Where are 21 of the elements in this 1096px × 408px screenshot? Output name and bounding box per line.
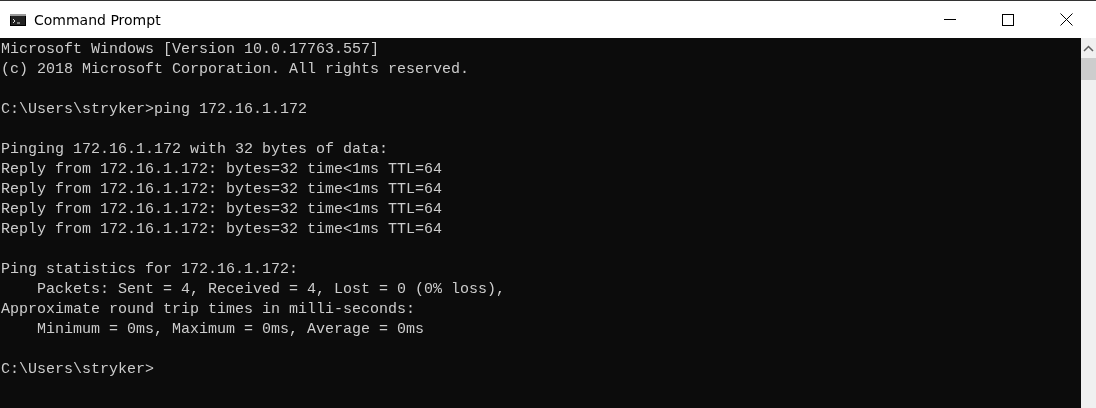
console-line: C:\Users\stryker>ping 172.16.1.172 xyxy=(1,100,309,120)
console-icon xyxy=(10,13,26,26)
scroll-up-icon xyxy=(1083,45,1094,52)
console-line: Pinging 172.16.1.172 with 32 bytes of data: xyxy=(1,140,390,160)
console-line: Reply from 172.16.1.172: bytes=32 time<1ms TTL=64 xyxy=(1,180,444,200)
console-line: Microsoft Windows [Version 10.0.17763.557] xyxy=(1,40,381,60)
console-line: Approximate round trip times in milli-seconds: xyxy=(1,300,417,320)
console-line: C:\Users\stryker> xyxy=(1,360,156,380)
minimize-icon xyxy=(944,18,956,21)
maximize-icon xyxy=(1002,13,1014,26)
close-icon xyxy=(1059,13,1073,26)
scrollbar-thumb[interactable] xyxy=(1081,58,1096,80)
console-line: Ping statistics for 172.16.1.172: xyxy=(1,260,300,280)
console-line: Packets: Sent = 4, Received = 4, Lost = 0 (0% loss), xyxy=(36,280,507,300)
window-title: Command Prompt xyxy=(34,11,161,28)
console-line: Reply from 172.16.1.172: bytes=32 time<1ms TTL=64 xyxy=(1,220,444,240)
console-line: (c) 2018 Microsoft Corporation. All rights reserved. xyxy=(1,60,471,80)
scrollbar[interactable] xyxy=(1081,38,1096,408)
console-line: Reply from 172.16.1.172: bytes=32 time<1ms TTL=64 xyxy=(1,200,444,220)
console-line: Reply from 172.16.1.172: bytes=32 time<1ms TTL=64 xyxy=(1,160,444,180)
console-line: Minimum = 0ms, Maximum = 0ms, Average = 0ms xyxy=(36,320,426,340)
